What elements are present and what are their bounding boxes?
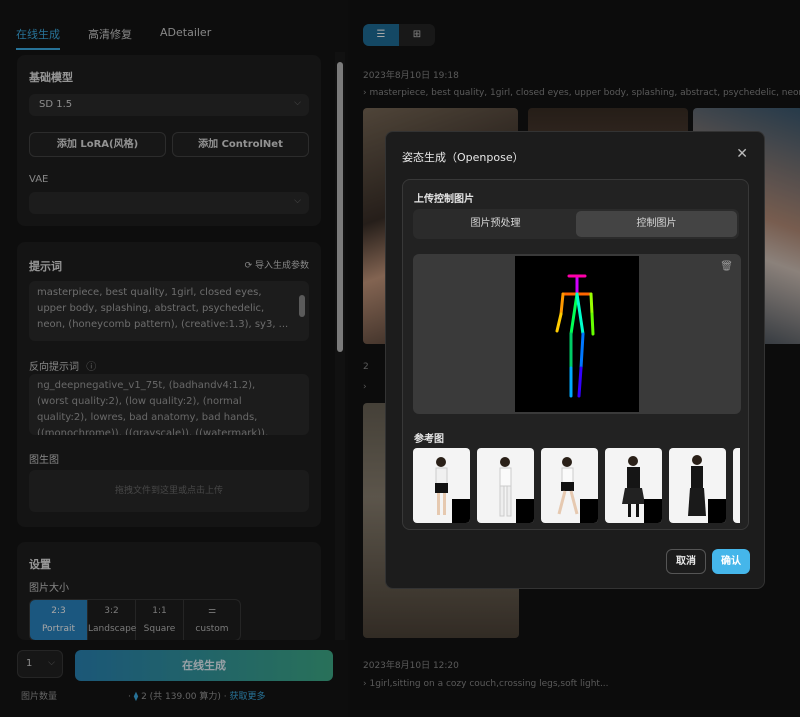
- modal-title: 姿态生成（Openpose）: [402, 151, 524, 164]
- control-image-preview[interactable]: 🗑: [413, 254, 741, 414]
- pose-thumbnail: [452, 499, 470, 523]
- reference-image[interactable]: [669, 448, 726, 523]
- pose-thumbnail: [580, 499, 598, 523]
- reference-image[interactable]: [477, 448, 534, 523]
- reference-title: 参考图: [414, 434, 444, 445]
- confirm-button[interactable]: 确认: [712, 549, 750, 574]
- cancel-button[interactable]: 取消: [666, 549, 706, 574]
- pose-thumbnail: [516, 499, 534, 523]
- reference-image[interactable]: [413, 448, 470, 523]
- openpose-modal: 姿态生成（Openpose） ✕ 上传控制图片 图片预处理 控制图片 🗑 参考图…: [385, 131, 765, 589]
- reference-image[interactable]: [733, 448, 740, 523]
- pose-thumbnail: [708, 499, 726, 523]
- control-mode-segment: 图片预处理 控制图片: [413, 209, 739, 239]
- control-image-section: 上传控制图片 图片预处理 控制图片 🗑 参考图: [402, 179, 749, 530]
- openpose-skeleton-image: [515, 256, 639, 412]
- tab-preprocess[interactable]: 图片预处理: [415, 211, 576, 237]
- upload-control-title: 上传控制图片: [414, 194, 474, 205]
- reference-image[interactable]: [605, 448, 662, 523]
- close-icon[interactable]: ✕: [736, 146, 748, 162]
- reference-images: [413, 448, 740, 523]
- tab-control-image[interactable]: 控制图片: [576, 211, 737, 237]
- reference-image[interactable]: [541, 448, 598, 523]
- pose-thumbnail: [644, 499, 662, 523]
- trash-icon[interactable]: 🗑: [720, 261, 733, 272]
